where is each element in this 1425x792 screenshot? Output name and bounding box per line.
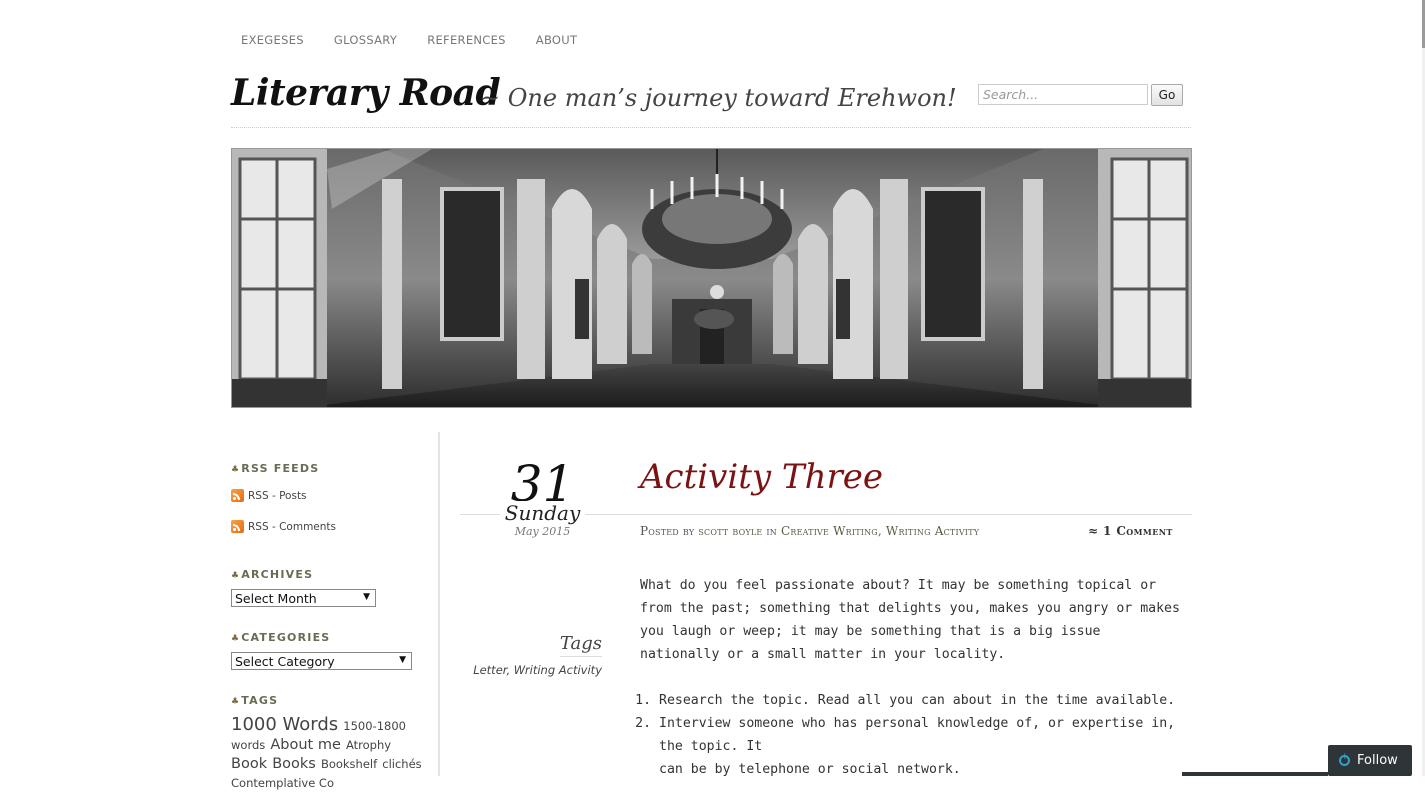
categories-select-value: Select Category <box>235 653 335 669</box>
search-go-button[interactable]: Go <box>1151 84 1183 106</box>
follow-plus-icon <box>1339 752 1350 766</box>
dropdown-arrow-icon: ▼ <box>399 655 406 665</box>
header-banner-image <box>231 148 1192 408</box>
tag-cloud: 1000 Words 1500-1800 words About me Atro… <box>231 716 431 792</box>
nav-item-glossary[interactable]: GLOSSARY <box>334 33 397 47</box>
rss-posts-label: RSS - Posts <box>248 489 307 502</box>
post-meta-in: in <box>766 524 777 538</box>
widget-title-archives-text: ARCHIVES <box>241 568 314 581</box>
follow-bar <box>1182 772 1328 776</box>
tag-cloud-item[interactable]: Bookshelf <box>321 757 377 771</box>
rss-comments-link[interactable]: RSS - Comments <box>231 520 336 533</box>
post-paragraph: What do you feel passionate about? It ma… <box>640 578 1180 662</box>
widget-title-archives: ♣ARCHIVES <box>231 568 313 581</box>
post-list-item: Research the topic. Read all you can abo… <box>659 689 1180 712</box>
widget-title-tags-text: TAGS <box>241 694 279 707</box>
tag-cloud-item[interactable]: Contemplative Co <box>231 776 334 790</box>
post-list-item: Interview someone who has personal knowl… <box>659 712 1180 781</box>
post-category-link-creative-writing[interactable]: Creative Writing <box>781 524 878 538</box>
tag-cloud-item[interactable]: 1000 Words <box>231 714 338 735</box>
dropdown-arrow-icon: ▼ <box>363 592 370 602</box>
post-list-item-line: can be by telephone or social network. <box>659 762 961 777</box>
post-tags-label: Tags <box>559 633 602 654</box>
comments-link[interactable]: ≈ 1 Comment <box>1088 524 1173 538</box>
post-tags-rule <box>560 656 602 657</box>
nav-item-exegeses[interactable]: EXEGESES <box>241 33 304 47</box>
widget-title-rss: ♣RSS FEEDS <box>231 462 319 475</box>
rss-icon <box>231 520 244 533</box>
post-title[interactable]: Activity Three <box>640 457 883 497</box>
tag-cloud-item[interactable]: Atrophy <box>346 738 391 752</box>
post-date-month-year: May 2015 <box>514 525 571 538</box>
post-body: What do you feel passionate about? It ma… <box>640 574 1180 781</box>
rss-icon <box>231 489 244 502</box>
site-title[interactable]: Literary Road <box>231 72 501 114</box>
tag-link-writing-activity[interactable]: Writing Activity <box>514 663 602 677</box>
post-date-weekday: Sunday <box>500 501 585 525</box>
rss-comments-label: RSS - Comments <box>248 520 337 533</box>
widget-title-categories: ♣CATEGORIES <box>231 631 330 644</box>
club-icon: ♣ <box>231 465 241 475</box>
post-meta-sep: , <box>877 524 882 538</box>
post-meta: Posted by scott boyle in Creative Writin… <box>640 524 979 538</box>
widget-title-categories-text: CATEGORIES <box>241 631 331 644</box>
tag-cloud-item[interactable]: About me <box>270 737 341 753</box>
tag-cloud-item[interactable]: Book <box>231 756 267 772</box>
widget-title-rss-text: RSS FEEDS <box>241 462 320 475</box>
follow-label: Follow <box>1357 753 1398 768</box>
archives-select[interactable]: Select Month ▼ <box>231 589 376 607</box>
search-input[interactable] <box>978 84 1148 105</box>
nav-item-references[interactable]: REFERENCES <box>427 33 506 47</box>
club-icon: ♣ <box>231 697 241 707</box>
tag-cloud-item[interactable]: clichés <box>382 757 421 771</box>
widget-title-tags: ♣TAGS <box>231 694 278 707</box>
post-category-link-writing-activity[interactable]: Writing Activity <box>886 524 979 538</box>
rss-posts-link[interactable]: RSS - Posts <box>231 489 307 502</box>
sidebar-divider <box>438 432 440 776</box>
top-nav: EXEGESES GLOSSARY REFERENCES ABOUT <box>241 33 577 47</box>
post-list: Research the topic. Read all you can abo… <box>640 689 1180 781</box>
categories-select[interactable]: Select Category ▼ <box>231 652 412 670</box>
post-author-link[interactable]: scott boyle <box>698 524 762 538</box>
club-icon: ♣ <box>231 571 241 581</box>
post-list-item-line: Interview someone who has personal knowl… <box>659 716 1176 754</box>
post-tags: Letter, Writing Activity <box>473 663 602 677</box>
archives-select-value: Select Month <box>235 590 317 606</box>
tag-link-letter[interactable]: Letter <box>473 663 506 677</box>
nav-item-about[interactable]: ABOUT <box>536 33 578 47</box>
post-meta-posted-by: Posted by <box>640 524 695 538</box>
follow-button[interactable]: Follow <box>1328 745 1412 776</box>
tag-cloud-item[interactable]: Books <box>272 756 316 772</box>
site-tagline: ~ One man’s journey toward Erehwon! <box>480 84 957 112</box>
club-icon: ♣ <box>231 634 241 644</box>
header-divider <box>231 127 1191 128</box>
